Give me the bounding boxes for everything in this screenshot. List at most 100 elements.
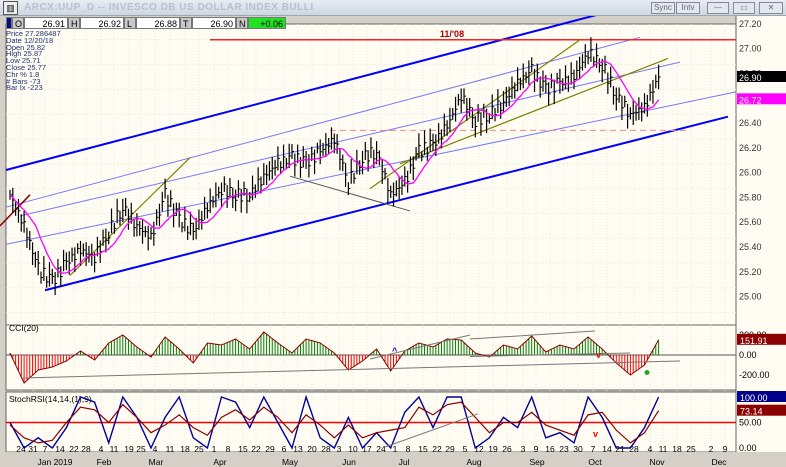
- net-change-value: +0.06: [248, 17, 286, 29]
- open-value: 26.91: [24, 17, 68, 29]
- date-tick-label: 11: [659, 444, 668, 454]
- sync-button[interactable]: Sync: [651, 2, 675, 14]
- date-tick-label: 8: [406, 444, 411, 454]
- date-tick-label: 6: [282, 444, 287, 454]
- date-tick-label: 11: [166, 444, 175, 454]
- month-label: Nov: [649, 457, 665, 467]
- date-tick-label: 26: [502, 444, 512, 454]
- month-label: Apr: [213, 457, 226, 467]
- month-label: Jan 2019: [38, 457, 73, 467]
- stoch-slow-last-label: 73.14: [740, 407, 763, 417]
- date-tick-label: 15: [418, 444, 428, 454]
- date-tick-label: 15: [238, 444, 248, 454]
- date-tick-label: 23: [559, 444, 569, 454]
- month-label: Feb: [97, 457, 112, 467]
- stoch-down-marker: v: [593, 429, 598, 439]
- cci-panel: [5, 324, 737, 391]
- cci-last-label: 151.91: [740, 336, 768, 346]
- price-tick-label: 25.00: [739, 292, 762, 302]
- date-tick-label: 17: [362, 444, 372, 454]
- date-tick-label: 11: [110, 444, 119, 454]
- date-tick-label: 14: [55, 444, 65, 454]
- date-tick-label: 25: [194, 444, 204, 454]
- maximize-button[interactable]: ▭: [733, 2, 755, 14]
- date-tick-label: 7: [591, 444, 596, 454]
- info-row: Bar Ix -223: [6, 83, 43, 93]
- cci-tick-label: 0.00: [739, 350, 757, 360]
- price-tick-label: 26.40: [739, 118, 762, 128]
- high-value: 26.92: [80, 17, 124, 29]
- month-label: Aug: [466, 457, 481, 467]
- last-price-label: 26.90: [739, 73, 762, 83]
- window-title: ARCX:UUP_D -- INVESCO DB US DOLLAR INDEX…: [24, 2, 314, 13]
- price-tick-label: 25.60: [739, 217, 762, 227]
- price-panel: [5, 23, 737, 337]
- window-titlebar: ▥ ARCX:UUP_D -- INVESCO DB US DOLLAR IND…: [0, 0, 786, 16]
- date-tick-label: 9: [723, 444, 728, 454]
- cci-down-marker: v: [596, 350, 601, 360]
- date-tick-label: 9: [534, 444, 539, 454]
- date-tick-label: 19: [124, 444, 134, 454]
- date-tick-label: 4: [648, 444, 653, 454]
- close-button[interactable]: ✕: [759, 2, 783, 14]
- date-tick-label: 25: [686, 444, 696, 454]
- cci-label: CCI(20): [9, 323, 39, 333]
- month-label: Mar: [149, 457, 164, 467]
- date-tick-label: 18: [672, 444, 682, 454]
- price-tick-label: 26.00: [739, 168, 762, 178]
- low-value: 26.88: [136, 17, 180, 29]
- date-tick-label: 14: [602, 444, 612, 454]
- green-dot-marker: [644, 370, 650, 375]
- date-tick-label: 31: [28, 444, 38, 454]
- price-tick-label: 25.80: [739, 192, 762, 202]
- date-tick-label: 1: [212, 444, 217, 454]
- date-tick-label: 4: [99, 444, 104, 454]
- date-tick-label: 10: [348, 444, 358, 454]
- date-tick-label: 13: [293, 444, 303, 454]
- price-tick-label: 27.20: [739, 19, 762, 29]
- date-tick-label: 29: [445, 444, 455, 454]
- date-tick-label: 20: [307, 444, 317, 454]
- date-tick-label: 8: [226, 444, 231, 454]
- date-tick-label: 29: [265, 444, 275, 454]
- date-tick-label: 16: [545, 444, 555, 454]
- date-tick-label: 25: [136, 444, 146, 454]
- date-tick-label: 5: [463, 444, 468, 454]
- chart-canvas[interactable]: 27.4027.2027.0026.8026.6026.4026.2026.00…: [0, 16, 786, 467]
- stoch-fast-last-label: 100.00: [740, 393, 768, 403]
- price-tick-label: 25.40: [739, 242, 762, 252]
- date-axis-panel: [0, 452, 786, 467]
- month-label: Oct: [588, 457, 602, 467]
- minimize-button[interactable]: —: [707, 2, 729, 14]
- interval-button[interactable]: Intv: [676, 2, 700, 14]
- date-tick-label: 18: [180, 444, 190, 454]
- price-tick-label: 25.20: [739, 267, 762, 277]
- date-tick-label: 4: [153, 444, 158, 454]
- annotation-label: 11/'08: [440, 29, 464, 39]
- month-label: Jun: [342, 457, 356, 467]
- date-tick-label: 24: [376, 444, 386, 454]
- date-tick-label: 28: [629, 444, 639, 454]
- stochrsi-tick-label: 0.00: [739, 443, 757, 453]
- date-tick-label: 24: [16, 444, 26, 454]
- date-tick-label: 3: [337, 444, 342, 454]
- date-tick-label: 30: [573, 444, 583, 454]
- cci-up-marker: ^: [392, 346, 398, 356]
- date-tick-label: 19: [488, 444, 498, 454]
- date-tick-label: 7: [43, 444, 48, 454]
- stochrsi-tick-label: 50.00: [739, 418, 762, 428]
- month-label: May: [282, 457, 299, 467]
- month-label: Dec: [711, 457, 727, 467]
- last-value: 26.90: [192, 17, 236, 29]
- date-tick-label: 1: [393, 444, 398, 454]
- month-label: Jul: [399, 457, 410, 467]
- date-tick-label: 2: [709, 444, 714, 454]
- ma-value-label: 26.72: [739, 95, 762, 105]
- month-label: Sep: [529, 457, 544, 467]
- price-tick-label: 26.20: [739, 143, 762, 153]
- date-tick-label: 21: [615, 444, 625, 454]
- date-tick-label: 3: [521, 444, 526, 454]
- chart-app-icon: ▥: [3, 1, 18, 15]
- date-tick-label: 28: [81, 444, 91, 454]
- price-tick-label: 27.00: [739, 44, 762, 54]
